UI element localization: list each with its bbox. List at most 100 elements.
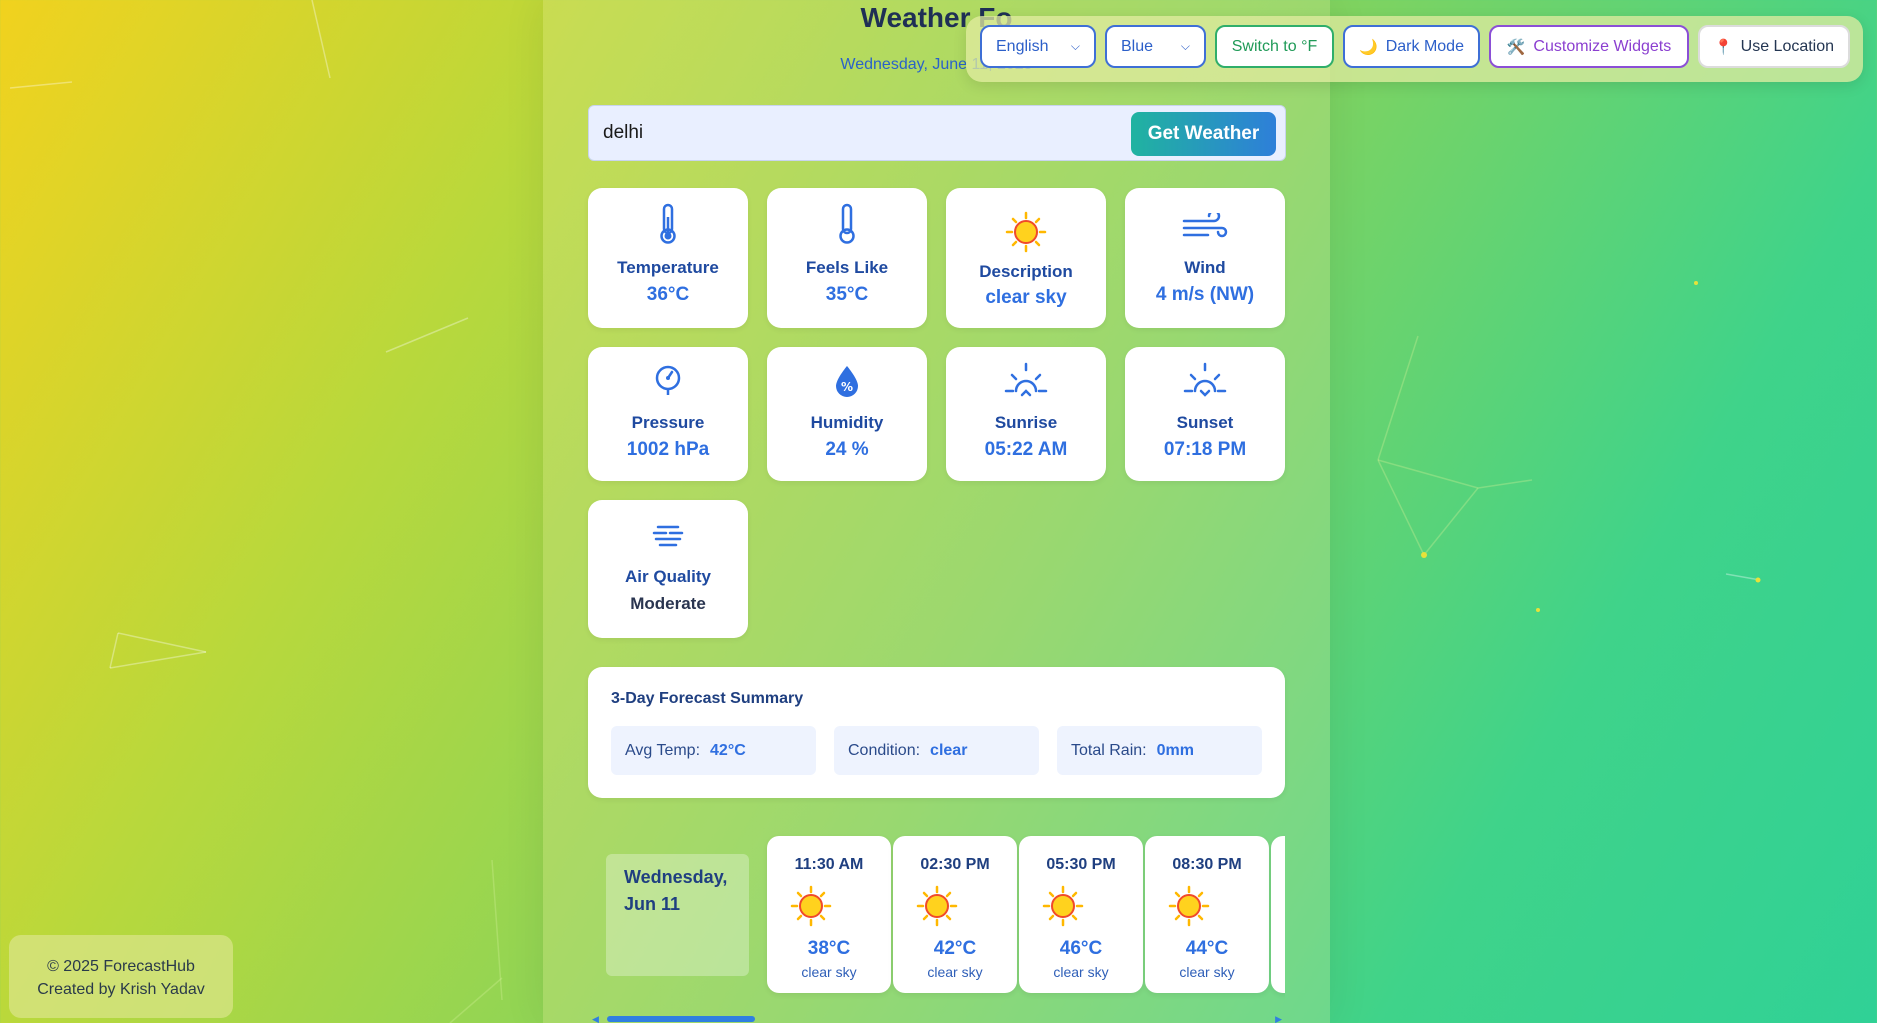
moon-icon: 🌙: [1359, 38, 1378, 56]
avg-temp-value: 42°C: [710, 741, 746, 759]
unit-toggle-button[interactable]: Switch to °F: [1215, 25, 1334, 68]
condition-label: Condition:: [848, 741, 921, 759]
sunset-value: 07:18 PM: [1163, 439, 1247, 460]
total-rain-chip: Total Rain: 0mm: [1057, 726, 1262, 775]
wind-value: 4 m/s (NW): [1155, 284, 1255, 305]
air-quality-card: Air Quality Moderate: [588, 500, 748, 638]
hour-time: 08:30 PM: [1172, 856, 1242, 873]
sunrise-value: 05:22 AM: [984, 439, 1068, 460]
hour-card: 11:30 AM 38°C clear sky: [767, 836, 891, 993]
description-card: Description clear sky: [946, 188, 1106, 328]
footer-copyright: © 2025 ForecastHub: [47, 958, 195, 975]
thermometer-icon: [588, 203, 748, 245]
location-pin-icon: 📍: [1713, 38, 1733, 56]
hour-time: 02:30 PM: [920, 856, 990, 873]
hourly-forecast-strip[interactable]: Wednesday, Jun 11 11:30 AM 38°C clear sk…: [588, 830, 1285, 1000]
city-search-input[interactable]: [603, 116, 1103, 150]
description-value: clear sky: [985, 287, 1067, 308]
sunset-card: Sunset 07:18 PM: [1125, 347, 1285, 481]
avg-temp-chip: Avg Temp: 42°C: [611, 726, 816, 775]
temperature-card: Temperature 36°C: [588, 188, 748, 328]
total-rain-label: Total Rain:: [1071, 741, 1147, 759]
hour-card: 08:30 PM 44°C clear sky: [1145, 836, 1269, 993]
hour-card: 02:30 PM 42°C clear sky: [893, 836, 1017, 993]
hour-card-partial: [1271, 836, 1285, 993]
feels-like-label: Feels Like: [805, 258, 889, 277]
air-quality-label: Air Quality: [625, 567, 711, 586]
day-label-weekday: Wednesday,: [624, 867, 728, 887]
humidity-card: % Humidity 24 %: [767, 347, 927, 481]
unit-toggle-label: Switch to °F: [1231, 37, 1318, 55]
theme-value: Blue: [1121, 37, 1154, 55]
hour-temp: 38°C: [807, 938, 851, 959]
sunset-icon: [1125, 361, 1285, 397]
hour-temp: 44°C: [1185, 938, 1229, 959]
dark-mode-label: Dark Mode: [1385, 37, 1464, 55]
hour-time: 11:30 AM: [794, 856, 864, 873]
search-bar: Get Weather: [588, 105, 1286, 161]
temperature-label: Temperature: [617, 258, 719, 277]
hour-temp: 46°C: [1059, 938, 1103, 959]
wind-icon: [1125, 213, 1285, 241]
sun-icon: [1167, 884, 1211, 933]
sunrise-card: Sunrise 05:22 AM: [946, 347, 1106, 481]
use-location-label: Use Location: [1740, 37, 1835, 55]
sun-icon: [915, 884, 959, 933]
humidity-value: 24 %: [825, 439, 869, 460]
tools-icon: 🛠️: [1506, 38, 1526, 56]
hour-time: 05:30 PM: [1046, 856, 1116, 873]
dark-mode-button[interactable]: 🌙 Dark Mode: [1343, 25, 1480, 68]
pressure-card: Pressure 1002 hPa: [588, 347, 748, 481]
scroll-thumb[interactable]: [607, 1016, 755, 1022]
description-label: Description: [979, 262, 1073, 281]
language-value: English: [996, 37, 1049, 55]
forecast-summary: 3-Day Forecast Summary Avg Temp: 42°C Co…: [588, 667, 1285, 798]
get-weather-button[interactable]: Get Weather: [1131, 112, 1276, 156]
theme-select[interactable]: Blue ⌵: [1105, 25, 1206, 68]
pressure-label: Pressure: [631, 413, 705, 432]
sunset-label: Sunset: [1176, 413, 1234, 432]
chevron-down-icon: ⌵: [1070, 39, 1080, 53]
customize-widgets-button[interactable]: 🛠️ Customize Widgets: [1489, 25, 1689, 68]
thermometer-outline-icon: [767, 203, 927, 245]
pressure-value: 1002 hPa: [626, 439, 710, 460]
hour-condition: clear sky: [1053, 964, 1109, 980]
hour-condition: clear sky: [1179, 964, 1235, 980]
footer-credit: Created by Krish Yadav: [37, 981, 205, 998]
feels-like-value: 35°C: [825, 284, 869, 305]
hour-condition: clear sky: [801, 964, 857, 980]
air-quality-value: Moderate: [630, 594, 706, 613]
sun-icon: [1041, 884, 1085, 933]
footer: © 2025 ForecastHub Created by Krish Yada…: [9, 935, 233, 1018]
day-label-date: Jun 11: [624, 894, 681, 914]
sun-icon: [789, 884, 833, 933]
scroll-left-arrow-icon[interactable]: ◀: [592, 1014, 599, 1023]
day-label: Wednesday, Jun 11: [606, 854, 749, 976]
scroll-right-arrow-icon[interactable]: ▶: [1275, 1014, 1282, 1023]
language-select[interactable]: English ⌵: [980, 25, 1096, 68]
hour-condition: clear sky: [927, 964, 983, 980]
top-toolbar: English ⌵ Blue ⌵ Switch to °F 🌙 Dark Mod…: [966, 16, 1863, 82]
condition-chip: Condition: clear: [834, 726, 1039, 775]
sunrise-icon: [946, 361, 1106, 397]
total-rain-value: 0mm: [1156, 741, 1194, 759]
condition-value: clear: [930, 741, 968, 759]
smog-icon: [588, 524, 748, 548]
customize-widgets-label: Customize Widgets: [1533, 37, 1672, 55]
humidity-drop-icon: %: [767, 364, 927, 398]
feels-like-card: Feels Like 35°C: [767, 188, 927, 328]
sunrise-label: Sunrise: [994, 413, 1058, 432]
sun-icon: [946, 210, 1106, 254]
wind-label: Wind: [1184, 258, 1226, 277]
humidity-label: Humidity: [810, 413, 884, 432]
wind-card: Wind 4 m/s (NW): [1125, 188, 1285, 328]
use-location-button[interactable]: 📍 Use Location: [1698, 25, 1850, 68]
svg-text:%: %: [841, 380, 853, 394]
gauge-icon: [588, 365, 748, 397]
chevron-down-icon: ⌵: [1180, 39, 1190, 53]
summary-title: 3-Day Forecast Summary: [611, 690, 804, 707]
avg-temp-label: Avg Temp:: [625, 741, 701, 759]
hourly-scrollbar[interactable]: ◀ ▶: [592, 1014, 1282, 1023]
hour-card: 05:30 PM 46°C clear sky: [1019, 836, 1143, 993]
hour-temp: 42°C: [933, 938, 977, 959]
